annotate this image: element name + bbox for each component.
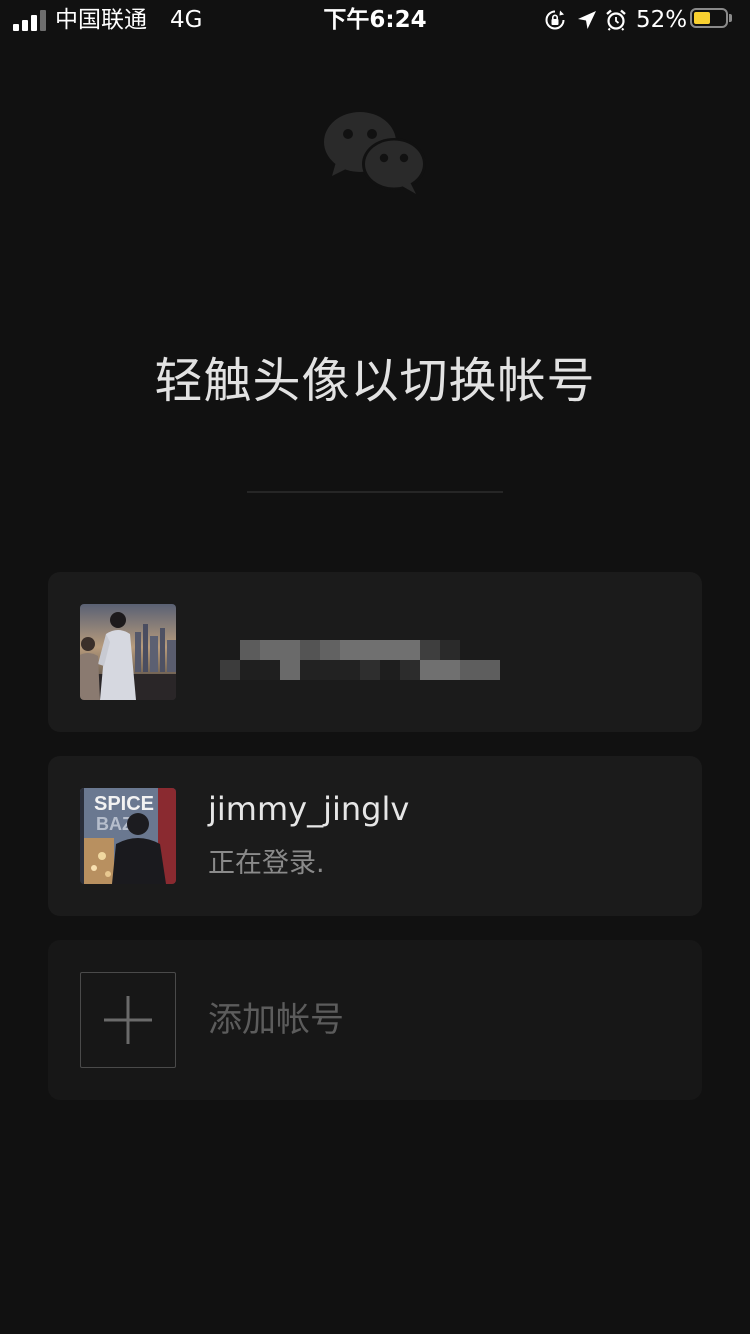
blurred-account-name [220,640,500,680]
wechat-logo-icon [324,112,426,194]
account-card[interactable]: SPICE BAZ jimmy_jinglv 正在登录. [48,756,702,916]
alarm-icon [606,9,626,31]
battery-icon [690,8,732,30]
svg-text:SPICE: SPICE [94,793,154,815]
add-account-button[interactable]: 添加帐号 [48,940,702,1100]
avatar[interactable] [80,604,176,700]
divider [247,491,503,493]
status-bar: 中国联通 4G 下午6:24 52% [0,0,750,40]
location-arrow-icon [578,11,596,29]
plus-icon [104,996,152,1044]
account-name: jimmy_jinglv [208,790,410,828]
account-card[interactable] [48,572,702,732]
login-status: 正在登录. [208,848,325,879]
battery-percent: 52% [636,7,688,33]
avatar[interactable]: SPICE BAZ [80,788,176,884]
add-account-box[interactable] [80,972,176,1068]
orientation-lock-icon [545,10,565,30]
page-title: 轻触头像以切换帐号 [154,353,596,409]
add-account-label: 添加帐号 [208,1000,344,1040]
